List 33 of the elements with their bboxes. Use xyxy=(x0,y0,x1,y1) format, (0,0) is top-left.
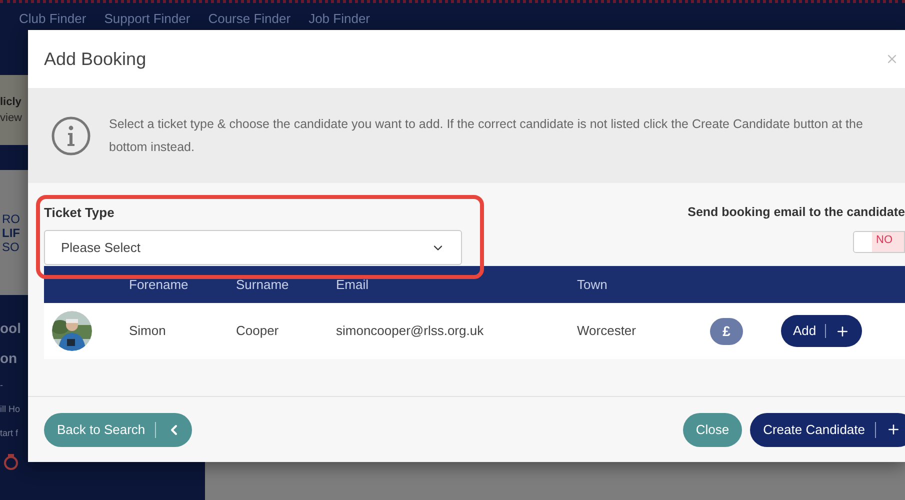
back-to-search-button[interactable]: Back to Search xyxy=(44,412,192,446)
column-header: Email xyxy=(336,276,370,294)
table-cell-text: Simon xyxy=(129,322,167,340)
modal-title: Add Booking xyxy=(44,48,146,71)
table-cell-text: Cooper xyxy=(236,322,280,340)
email-toggle[interactable]: NO xyxy=(853,230,905,253)
banner-subtitle: view xyxy=(0,111,22,126)
sidebar-text: on xyxy=(0,349,18,368)
ticket-type-label: Ticket Type xyxy=(44,204,116,220)
logo-text: LIF xyxy=(2,226,20,240)
sidebar-text: ool xyxy=(0,319,21,338)
sidebar-text: - xyxy=(0,379,3,392)
close-button[interactable]: Close xyxy=(682,412,742,446)
column-header: Surname xyxy=(236,276,290,294)
column-header: Forename xyxy=(129,276,190,294)
sidebar-text: tart f xyxy=(0,427,18,440)
nav-link[interactable]: Course Finder xyxy=(208,11,291,27)
price-badge: £ xyxy=(710,318,743,344)
email-toggle-label: Send booking email to the candidate xyxy=(688,204,905,221)
info-text: Select a ticket type & choose the candidate you want to add. If the correct candidate is not listed click the Create Candidate button at the bottom instead. xyxy=(109,116,864,156)
table-cell-text: Worcester xyxy=(577,322,637,340)
create-candidate-button[interactable]: Create Candidate xyxy=(750,412,905,446)
add-button[interactable]: Add xyxy=(781,315,862,347)
nav-link[interactable]: Club Finder xyxy=(19,11,86,27)
sidebar-text: ill Ho xyxy=(0,403,20,416)
nav-link[interactable]: Support Finder xyxy=(104,11,190,27)
nav-link[interactable]: Job Finder xyxy=(308,11,370,27)
table-cell-text: simoncooper@rlss.org.uk xyxy=(336,322,485,340)
ticket-type-select[interactable]: Please Select xyxy=(44,230,462,265)
banner-title: licly xyxy=(0,94,22,110)
column-header: Town xyxy=(577,276,608,294)
logo-text: SO xyxy=(2,240,20,254)
logo-text: RO xyxy=(2,212,20,226)
